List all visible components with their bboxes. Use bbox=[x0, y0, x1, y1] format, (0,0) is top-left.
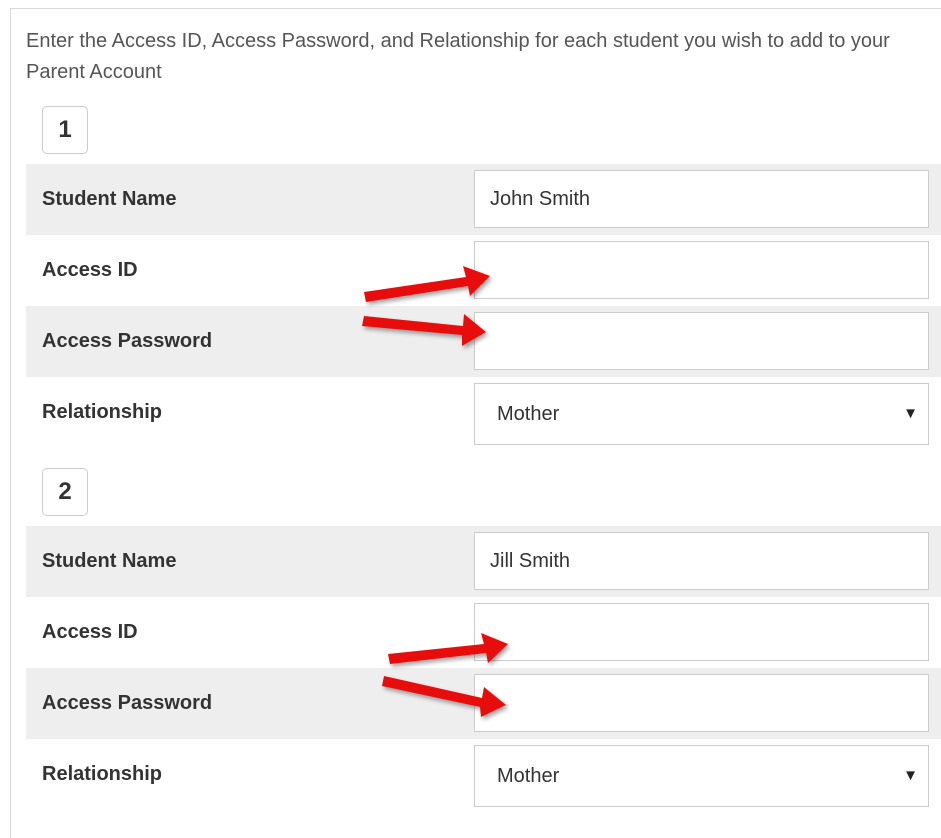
access-id-input[interactable] bbox=[474, 241, 929, 299]
student-name-input[interactable] bbox=[474, 170, 929, 228]
relationship-select[interactable]: Mother ▼ bbox=[474, 383, 929, 445]
access-id-row: Access ID bbox=[26, 597, 941, 668]
relationship-select[interactable]: Mother ▼ bbox=[474, 745, 929, 807]
relationship-selected-value: Mother bbox=[497, 765, 560, 787]
access-password-label: Access Password bbox=[42, 692, 213, 714]
access-password-row: Access Password bbox=[26, 668, 941, 739]
access-password-label: Access Password bbox=[42, 330, 213, 352]
student-name-input[interactable] bbox=[474, 532, 929, 590]
relationship-label: Relationship bbox=[42, 763, 163, 785]
student-name-label: Student Name bbox=[42, 188, 177, 210]
access-id-input[interactable] bbox=[474, 603, 929, 661]
access-password-row: Access Password bbox=[26, 306, 941, 377]
student-number-badge: 2 bbox=[42, 468, 88, 516]
access-id-label: Access ID bbox=[42, 259, 138, 281]
relationship-label: Relationship bbox=[42, 401, 163, 423]
student-name-label: Student Name bbox=[42, 550, 177, 572]
relationship-selected-value: Mother bbox=[497, 403, 560, 425]
student-name-row: Student Name bbox=[26, 164, 941, 235]
student-name-row: Student Name bbox=[26, 526, 941, 597]
access-id-label: Access ID bbox=[42, 621, 138, 643]
access-password-input[interactable] bbox=[474, 312, 929, 370]
access-id-row: Access ID bbox=[26, 235, 941, 306]
intro-text: Enter the Access ID, Access Password, an… bbox=[26, 30, 890, 83]
chevron-down-icon: ▼ bbox=[903, 767, 918, 784]
student-number-badge: 1 bbox=[42, 106, 88, 154]
access-password-input[interactable] bbox=[474, 674, 929, 732]
relationship-row: Relationship Mother ▼ bbox=[26, 377, 941, 448]
chevron-down-icon: ▼ bbox=[903, 405, 918, 422]
relationship-row: Relationship Mother ▼ bbox=[26, 739, 941, 810]
